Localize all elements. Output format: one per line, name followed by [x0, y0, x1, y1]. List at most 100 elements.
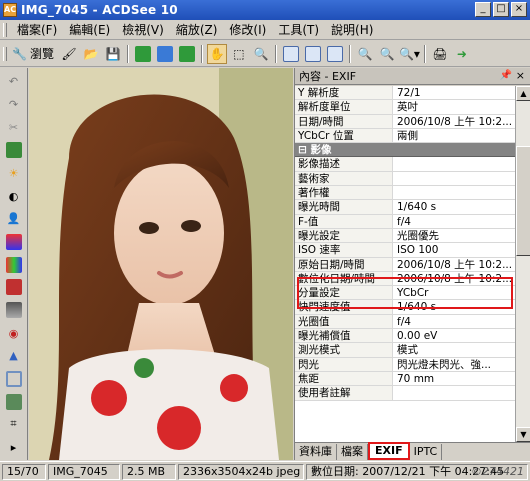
zoom-tool-button[interactable]: 🔍 — [251, 44, 271, 64]
exif-value[interactable]: 模式 — [393, 343, 515, 356]
red-eye-button[interactable]: 👤 — [4, 209, 24, 229]
exif-row[interactable]: 光圈值 f/4 — [295, 314, 515, 330]
zoom-menu-button[interactable]: 🔍▾ — [399, 44, 420, 64]
photo-viewer[interactable] — [29, 68, 293, 460]
flip-button[interactable] — [325, 44, 345, 64]
zoom-out-button[interactable]: 🔍 — [377, 44, 397, 64]
exif-row[interactable]: 曝光時間 1/640 s — [295, 200, 515, 215]
exif-value[interactable] — [393, 157, 515, 170]
open-button[interactable]: 📂 — [81, 44, 101, 64]
effects-button[interactable] — [4, 300, 24, 320]
panel-close-icon[interactable]: × — [516, 69, 525, 82]
exif-value[interactable]: 兩側 — [393, 129, 515, 142]
exif-row[interactable]: 焦距 70 mm — [295, 371, 515, 387]
crop-button[interactable]: ✂ — [4, 118, 24, 138]
tab-iptc[interactable]: IPTC — [410, 444, 443, 460]
exif-row[interactable]: 解析度單位 英吋 — [295, 100, 515, 115]
resize-button[interactable]: ⌗ — [4, 414, 24, 434]
exif-value[interactable]: 1/640 s — [393, 200, 515, 213]
exif-value[interactable]: ISO 100 — [393, 243, 515, 256]
slideshow-button[interactable] — [155, 44, 175, 64]
group-header-row[interactable]: ⊟ 影像 — [295, 143, 515, 158]
exif-value[interactable]: f/4 — [393, 315, 515, 328]
menu-file[interactable]: 檔案(F) — [11, 21, 63, 38]
exposure-button[interactable]: ◐ — [4, 186, 24, 206]
close-button[interactable]: × — [511, 2, 527, 17]
menu-edit[interactable]: 編輯(E) — [63, 21, 116, 38]
exif-key: ISO 速率 — [295, 243, 393, 257]
exif-row[interactable]: 測光模式 模式 — [295, 343, 515, 358]
exif-value[interactable]: f/4 — [393, 215, 515, 228]
exif-value[interactable]: 70 mm — [393, 372, 515, 385]
menu-help[interactable]: 說明(H) — [325, 21, 379, 38]
exif-row[interactable]: 曝光設定 光圈優先 — [295, 228, 515, 244]
color-button[interactable] — [4, 232, 24, 252]
exif-key: 影像描述 — [295, 157, 393, 171]
maximize-button[interactable]: □ — [493, 2, 509, 17]
exif-row[interactable]: Y 解析度 72/1 — [295, 86, 515, 101]
panel-scrollbar[interactable]: ▲ ▼ — [515, 86, 530, 442]
select-tool-button[interactable]: ⬚ — [229, 44, 249, 64]
exif-row[interactable]: 著作權 — [295, 186, 515, 201]
scroll-up-icon[interactable]: ▲ — [516, 86, 530, 101]
tab-exif[interactable]: EXIF — [368, 442, 410, 460]
edit-tools-button[interactable]: 🖌 — [59, 44, 79, 64]
rotate-left-button[interactable] — [281, 44, 301, 64]
redo-button[interactable]: ↷ — [4, 95, 24, 115]
share-button[interactable]: ➜ — [452, 44, 472, 64]
hand-tool-button[interactable]: ✋ — [206, 43, 227, 64]
exif-row[interactable]: F-值 f/4 — [295, 214, 515, 229]
levels-button[interactable] — [4, 255, 24, 275]
tab-file[interactable]: 檔案 — [337, 444, 368, 460]
more-tools-button[interactable]: ▸ — [4, 437, 24, 457]
exif-row[interactable]: 日期/時間 2006/10/8 上午 10:2... — [295, 114, 515, 129]
zoom-in-button[interactable]: 🔍 — [355, 44, 375, 64]
save-button[interactable]: 💾 — [103, 44, 123, 64]
select-icon: ⬚ — [233, 46, 245, 61]
menu-zoom[interactable]: 縮放(Z) — [170, 21, 224, 38]
exif-row[interactable]: ISO 速率 ISO 100 — [295, 243, 515, 258]
contrast-icon: ◐ — [8, 189, 19, 203]
exif-value[interactable]: 72/1 — [393, 86, 515, 99]
rotate-right-button[interactable] — [303, 44, 323, 64]
exif-row[interactable]: 閃光 閃光燈未閃光、強... — [295, 357, 515, 372]
eye-button[interactable]: ◉ — [4, 323, 24, 343]
exif-value[interactable] — [393, 186, 515, 199]
exif-value[interactable] — [393, 172, 515, 185]
lighting-button[interactable]: ☀ — [4, 163, 24, 183]
auto-level-button[interactable] — [4, 140, 24, 160]
eye-icon: ◉ — [8, 326, 19, 340]
exif-value[interactable]: 0.00 eV — [393, 329, 515, 342]
next-image-button[interactable] — [177, 44, 197, 64]
exif-row[interactable]: 藝術家 — [295, 171, 515, 187]
tab-database[interactable]: 資料庫 — [295, 444, 337, 460]
frame-button[interactable] — [4, 369, 24, 389]
exif-row[interactable]: 使用者註解 — [295, 386, 515, 401]
scroll-thumb[interactable] — [516, 146, 530, 256]
undo-button[interactable]: ↶ — [4, 72, 24, 92]
exif-row[interactable]: 曝光補償值 0.00 eV — [295, 329, 515, 344]
print-button[interactable]: 🖨 — [430, 44, 450, 64]
exif-row[interactable]: YCbCr 位置 兩側 — [295, 128, 515, 144]
menu-tools[interactable]: 工具(T) — [272, 21, 325, 38]
exif-row[interactable]: 原始日期/時間 2006/10/8 上午 10:2... — [295, 257, 515, 272]
exif-value[interactable]: 英吋 — [393, 100, 515, 113]
noise-button[interactable] — [4, 392, 24, 412]
scroll-down-icon[interactable]: ▼ — [516, 427, 530, 442]
exif-row[interactable]: 影像描述 — [295, 157, 515, 172]
exif-key: Y 解析度 — [295, 86, 393, 100]
exif-value[interactable]: 光圈優先 — [393, 229, 515, 242]
sharpen-button[interactable]: ▲ — [4, 346, 24, 366]
exif-value[interactable] — [393, 386, 515, 399]
exif-value[interactable]: 2006/10/8 上午 10:2... — [393, 115, 515, 128]
menu-modify[interactable]: 修改(I) — [223, 21, 272, 38]
histogram-button[interactable] — [4, 277, 24, 297]
browse-button[interactable]: 🔧 瀏覽 — [12, 44, 57, 64]
exif-key: F-值 — [295, 214, 393, 228]
prev-image-button[interactable] — [133, 44, 153, 64]
exif-value[interactable]: 2006/10/8 上午 10:2... — [393, 258, 515, 271]
exif-value[interactable]: 閃光燈未閃光、強... — [393, 358, 515, 371]
minimize-button[interactable]: _ — [475, 2, 491, 17]
pin-icon[interactable]: 📌 — [500, 70, 512, 81]
menu-view[interactable]: 檢視(V) — [116, 21, 170, 38]
